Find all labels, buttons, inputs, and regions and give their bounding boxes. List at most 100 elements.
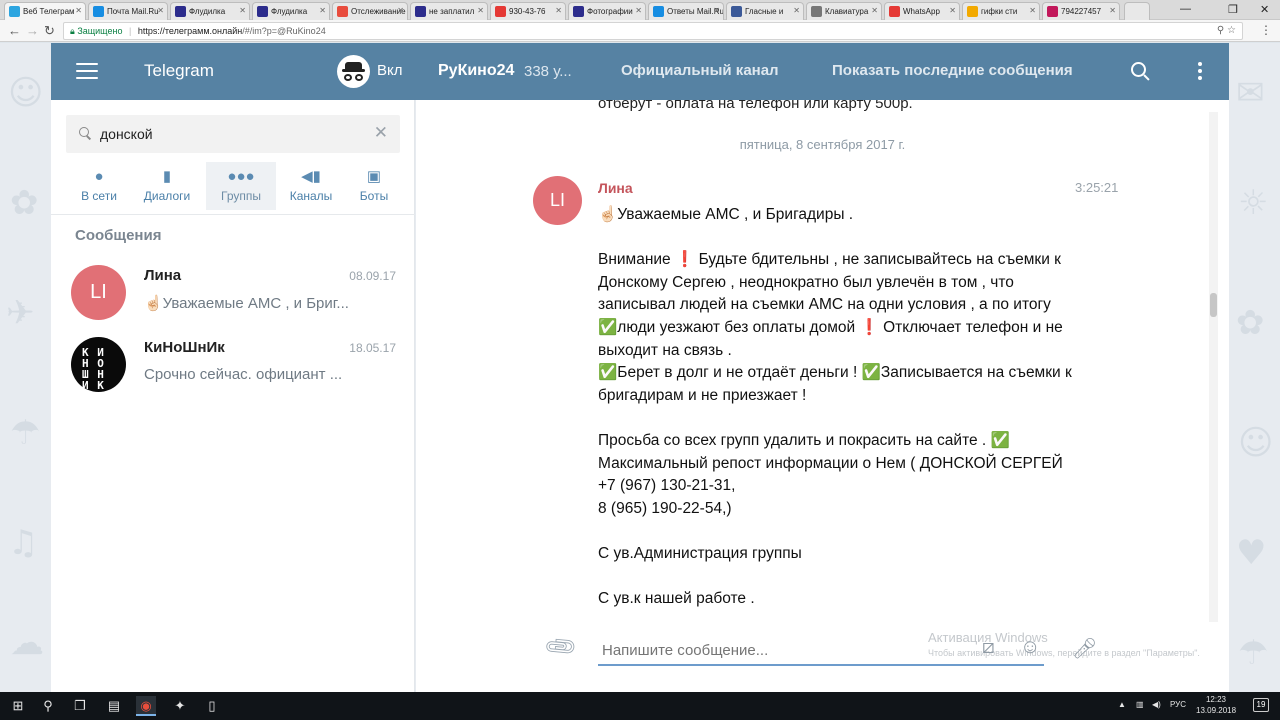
document-icon[interactable]: ▯: [202, 696, 222, 716]
keyboard-lang[interactable]: РУС: [1170, 700, 1186, 709]
close-tab-icon[interactable]: ✕: [555, 6, 562, 15]
search-filters: ● В сети ▮ Диалоги ●●● Группы ◀▮ Каналы …: [66, 162, 406, 210]
browser-tab[interactable]: Клавиатура ✕: [806, 2, 882, 20]
chat-preview: ☝🏻Уважаемые АМС , и Бриг...: [144, 295, 349, 312]
close-tab-icon[interactable]: ✕: [949, 6, 956, 15]
browser-tab[interactable]: Флудилка ✕: [252, 2, 330, 20]
close-tab-icon[interactable]: ✕: [793, 6, 800, 15]
browser-tab[interactable]: Почта Mail.Ru ✕: [88, 2, 168, 20]
attach-icon[interactable]: 📎︎: [542, 628, 580, 666]
zoom-icon[interactable]: ⚲: [1217, 25, 1224, 36]
volume-icon[interactable]: ◀): [1152, 700, 1161, 709]
task-view-icon[interactable]: ❐: [70, 696, 90, 716]
browser-tab[interactable]: Гласные и ✕: [726, 2, 804, 20]
close-tab-icon[interactable]: ✕: [319, 6, 326, 15]
browser-tab[interactable]: Ответы Mail.Ru ✕: [648, 2, 724, 20]
favicon-icon: [495, 6, 506, 17]
filter-channels[interactable]: ◀▮ Каналы: [280, 162, 342, 210]
chat-list-item[interactable]: К ИН ОШ НИ К КиНоШнИк 18.05.17 Срочно се…: [51, 337, 415, 409]
scrollbar-thumb[interactable]: [1210, 293, 1217, 317]
filter-bots[interactable]: ▣ Боты: [346, 162, 402, 210]
telegram-header: Telegram Вкл РуКино24 338 у... Официальн…: [51, 43, 1229, 100]
favicon-icon: [811, 6, 822, 17]
favicon-icon: [653, 6, 664, 17]
close-tab-icon[interactable]: ✕: [1109, 6, 1116, 15]
incognito-icon[interactable]: [337, 55, 370, 88]
back-icon[interactable]: ←: [8, 23, 21, 39]
forward-icon[interactable]: →: [26, 23, 39, 39]
emoji-icon[interactable]: ☺: [1020, 636, 1040, 659]
browser-tab[interactable]: гифки сти ✕: [962, 2, 1040, 20]
browser-tab-label: Почта Mail.Ru: [107, 7, 159, 16]
close-tab-icon[interactable]: ✕: [75, 6, 82, 15]
favicon-icon: [175, 6, 186, 17]
reload-icon[interactable]: ↻: [44, 23, 55, 39]
address-bar: ← → ↻ 🔒︎ Защищено | https://телеграмм.он…: [0, 20, 1280, 42]
close-tab-icon[interactable]: ✕: [635, 6, 642, 15]
start-icon[interactable]: ⊞: [8, 696, 28, 716]
url-field[interactable]: 🔒︎ Защищено | https://телеграмм.онлайн/#…: [63, 22, 1243, 40]
megaphone-icon: ◀▮: [301, 168, 321, 185]
close-tab-icon[interactable]: ✕: [157, 6, 164, 15]
incognito-status[interactable]: Вкл: [377, 62, 403, 79]
search-icon[interactable]: ⚲: [38, 696, 58, 716]
network-icon[interactable]: ▥: [1136, 700, 1144, 709]
browser-tab-label: Флудилка: [189, 7, 226, 16]
peer-title[interactable]: РуКино24: [438, 62, 514, 80]
new-tab-button[interactable]: [1124, 2, 1150, 20]
browser-tab[interactable]: Отслеживание ✕: [332, 2, 408, 20]
browser-menu-icon[interactable]: ⋮: [1260, 23, 1272, 37]
notifications-badge[interactable]: 19: [1253, 698, 1269, 712]
browser-tab[interactable]: Веб Телеграм ✕: [4, 2, 86, 20]
browser-tab[interactable]: Фотографии ✕: [568, 2, 646, 20]
browser-tab[interactable]: не заплатил ✕: [410, 2, 488, 20]
filter-online[interactable]: ● В сети: [66, 162, 132, 210]
clock[interactable]: 12:23 13.09.2018: [1196, 694, 1236, 716]
close-tab-icon[interactable]: ✕: [713, 6, 720, 15]
scrollbar[interactable]: [1209, 112, 1218, 622]
search-icon[interactable]: [1131, 62, 1151, 82]
search-input[interactable]: [100, 124, 360, 144]
activation-watermark-text: Чтобы активировать Windows, перейдите в …: [928, 648, 1200, 658]
close-window-icon[interactable]: ✕: [1260, 3, 1269, 16]
person-icon: ●: [94, 168, 104, 185]
show-recent-messages-link[interactable]: Показать последние сообщения: [832, 62, 1073, 79]
commands-icon[interactable]: ⧄: [982, 636, 995, 659]
chrome-icon[interactable]: ◉: [136, 696, 156, 716]
peer-members-count[interactable]: 338 у...: [524, 63, 572, 80]
file-explorer-icon[interactable]: ▤: [104, 696, 124, 716]
maximize-icon[interactable]: ❐: [1228, 3, 1238, 16]
favicon-icon: [573, 6, 584, 17]
close-tab-icon[interactable]: ✕: [1029, 6, 1036, 15]
microphone-icon[interactable]: 🎤︎: [1072, 636, 1097, 661]
menu-icon[interactable]: [76, 63, 98, 79]
windows-taskbar: ⊞ ⚲ ❐ ▤ ◉ ✦ ▯ ▲ ▥ ◀) РУС 12:23 13.09.201…: [0, 692, 1280, 720]
avatar[interactable]: LI: [533, 176, 582, 225]
chat-list-item[interactable]: LI Лина 08.09.17 ☝🏻Уважаемые АМС , и Бри…: [51, 265, 415, 337]
app-icon[interactable]: ✦: [170, 696, 190, 716]
browser-tab-label: Клавиатура: [825, 7, 869, 16]
browser-tab[interactable]: 930-43-76 ✕: [490, 2, 566, 20]
clock-date: 13.09.2018: [1196, 706, 1237, 715]
filter-groups[interactable]: ●●● Группы: [206, 162, 276, 210]
browser-tab[interactable]: Флудилка ✕: [170, 2, 250, 20]
close-tab-icon[interactable]: ✕: [239, 6, 246, 15]
minimize-icon[interactable]: —: [1180, 3, 1191, 15]
browser-tab[interactable]: 794227457 ✕: [1042, 2, 1120, 20]
search-field-icon: [79, 127, 92, 140]
close-tab-icon[interactable]: ✕: [477, 6, 484, 15]
bookmark-star-icon[interactable]: ☆: [1227, 25, 1236, 36]
close-tab-icon[interactable]: ✕: [871, 6, 878, 15]
official-channel-link[interactable]: Официальный канал: [621, 62, 779, 79]
clear-search-icon[interactable]: ✕: [374, 124, 388, 142]
browser-tab-label: гифки сти: [981, 7, 1018, 16]
message-author[interactable]: Лина: [598, 180, 633, 196]
browser-tab[interactable]: WhatsApp ✕: [884, 2, 960, 20]
more-options-icon[interactable]: [1198, 62, 1202, 83]
tray-arrow-icon[interactable]: ▲: [1118, 700, 1126, 709]
filter-dialogs[interactable]: ▮ Диалоги: [134, 162, 200, 210]
favicon-icon: [337, 6, 348, 17]
url-separator: |: [129, 26, 132, 36]
close-tab-icon[interactable]: ✕: [397, 6, 404, 15]
app-title: Telegram: [144, 61, 214, 80]
